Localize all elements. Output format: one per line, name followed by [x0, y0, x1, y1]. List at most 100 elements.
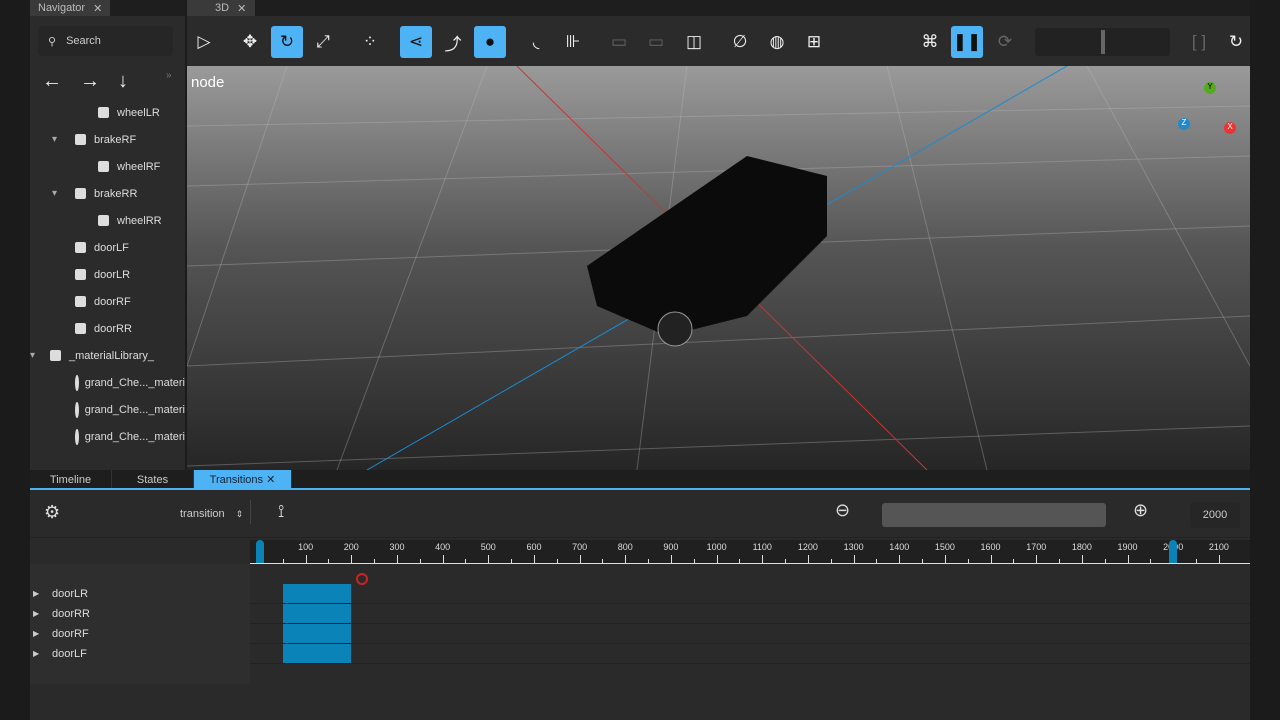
grid-layout-icon[interactable]: ⊞ — [798, 26, 830, 58]
axis-x[interactable]: X — [1224, 122, 1236, 134]
axis-z[interactable]: Z — [1178, 118, 1190, 130]
scale-tool-icon[interactable]: ⤢ — [307, 26, 339, 58]
axis-gizmo[interactable]: Y X Z — [1174, 80, 1244, 140]
measure-icon[interactable]: ⊪ — [557, 26, 589, 58]
tree-item[interactable]: ▾ brakeRR — [30, 180, 185, 207]
snap-icon[interactable]: ◟ — [520, 26, 552, 58]
tab-transitions[interactable]: Transitions ✕ — [194, 470, 292, 488]
tree-item[interactable]: wheelLR — [30, 99, 185, 126]
tree-item[interactable]: grand_Che..._materi — [30, 369, 185, 396]
close-icon[interactable]: ✕ — [266, 474, 275, 486]
speed-slider[interactable] — [1035, 28, 1170, 56]
arrow-down-icon[interactable]: ↓ — [118, 70, 128, 93]
transition-toolbar: ⚙ transition ⇕ ⟟ ⊖ ⊕ 2000 — [30, 490, 1250, 538]
close-icon[interactable]: ✕ — [237, 2, 246, 15]
expand-arrow-icon[interactable]: ▾ — [30, 350, 35, 361]
refresh-icon[interactable]: ↻ — [1220, 26, 1252, 58]
tree-item[interactable]: wheelRF — [30, 153, 185, 180]
tree-item[interactable]: doorLF — [30, 234, 185, 261]
rotate-tool-icon[interactable]: ↻ — [271, 26, 303, 58]
select-tool-icon[interactable]: ▷ — [188, 26, 220, 58]
ruler-tick — [1218, 555, 1220, 563]
network-icon[interactable]: ⌘ — [914, 26, 946, 58]
camera-icon[interactable]: ▭ — [640, 26, 672, 58]
tree-item-label: doorLF — [94, 241, 129, 254]
cube-icon — [98, 215, 109, 226]
track-label[interactable]: ▶ doorRF — [30, 624, 250, 644]
move-tool-icon[interactable]: ✥ — [234, 26, 266, 58]
transition-bar[interactable] — [282, 624, 352, 643]
ruler-tick-label: 100 — [298, 542, 314, 552]
ruler-tick — [533, 555, 535, 563]
tree-item[interactable]: grand_Che..._materi — [30, 396, 185, 423]
close-icon[interactable]: ✕ — [93, 2, 102, 15]
cube-icon — [98, 107, 109, 118]
settings-gear-icon[interactable]: ⚙ — [44, 502, 60, 523]
pivot-tool-icon[interactable]: ⋖ — [400, 26, 432, 58]
transition-bar[interactable] — [282, 584, 352, 603]
ruler-tick-label: 1000 — [706, 542, 727, 552]
end-marker[interactable] — [1169, 540, 1178, 564]
expand-icon[interactable]: » — [166, 70, 172, 93]
capture-icon[interactable]: [ ] — [1183, 26, 1215, 58]
zoom-out-icon[interactable]: ⊖ — [835, 500, 850, 521]
expand-arrow-icon[interactable]: ▾ — [52, 134, 57, 145]
tab-states[interactable]: States — [112, 470, 194, 488]
palette-icon[interactable]: ◍ — [761, 26, 793, 58]
light-bulb-icon[interactable]: ● — [474, 26, 506, 58]
axis-tool-icon[interactable]: ⤴ — [437, 26, 469, 58]
tree-item[interactable]: grand_Che..._materi — [30, 423, 185, 450]
expand-arrow-icon[interactable]: ▶ — [33, 644, 39, 664]
tree-item[interactable]: doorLR — [30, 261, 185, 288]
animation-panel: Timeline States Transitions ✕ ⚙ transiti… — [30, 470, 1250, 720]
mode-select[interactable]: transition ⇕ — [180, 508, 243, 520]
axis-y[interactable]: Y — [1204, 82, 1216, 94]
ruler-tick — [305, 555, 307, 563]
scene-grid — [187, 66, 1250, 470]
ruler-tick — [1036, 555, 1038, 563]
arrow-right-icon[interactable]: → — [80, 70, 100, 93]
duration-input[interactable]: 2000 — [1190, 502, 1240, 528]
tree-item[interactable]: ▾ brakeRF — [30, 126, 185, 153]
camera-icon[interactable]: ▭ — [603, 26, 635, 58]
zoom-in-icon[interactable]: ⊕ — [1133, 500, 1148, 521]
3d-scene[interactable]: node Y X Z — [187, 66, 1250, 470]
tree-item[interactable]: doorRR — [30, 315, 185, 342]
ruler-tick — [990, 555, 992, 563]
pause-icon[interactable]: ❚❚ — [951, 26, 983, 58]
ruler-tick — [1081, 555, 1083, 563]
expand-arrow-icon[interactable]: ▶ — [33, 584, 39, 604]
tab-navigator[interactable]: Navigator ✕ — [30, 0, 111, 16]
tree-item[interactable]: doorRF — [30, 288, 185, 315]
tab-timeline[interactable]: Timeline — [30, 470, 112, 488]
track-label[interactable]: ▶ doorLF — [30, 644, 250, 664]
expand-arrow-icon[interactable]: ▶ — [33, 624, 39, 644]
zoom-slider[interactable] — [882, 503, 1106, 527]
time-ruler[interactable]: 0100200300400500600700800900100011001200… — [250, 540, 1250, 564]
track-label[interactable]: ▶ doorRR — [30, 604, 250, 624]
search-input[interactable]: ⚲ Search — [38, 26, 173, 56]
transition-bar[interactable] — [282, 604, 352, 623]
track-name: doorRF — [52, 628, 89, 640]
tab-3d[interactable]: 3D ✕ — [187, 0, 255, 16]
ruler-tick — [853, 555, 855, 563]
center-tool-icon[interactable]: ⁘ — [354, 26, 386, 58]
expand-arrow-icon[interactable]: ▾ — [52, 188, 57, 199]
arrow-left-icon[interactable]: ← — [42, 70, 62, 93]
transition-bar[interactable] — [282, 644, 352, 663]
expand-arrow-icon[interactable]: ▶ — [33, 604, 39, 624]
curve-path-icon[interactable]: ⟟ — [278, 502, 284, 522]
tree-item[interactable]: wheelRR — [30, 207, 185, 234]
ruler-tick-label: 1900 — [1117, 542, 1138, 552]
tree-item-label: wheelRR — [117, 214, 162, 227]
camera-view-icon[interactable]: ◫ — [678, 26, 710, 58]
replay-icon[interactable]: ⟳ — [989, 26, 1021, 58]
tab-label: Navigator — [38, 2, 86, 14]
ruler-tick — [488, 555, 490, 563]
start-marker[interactable] — [256, 540, 264, 564]
track-row: ▶ doorRR — [30, 604, 1250, 624]
cube-icon — [75, 269, 86, 280]
track-label[interactable]: ▶ doorLR — [30, 584, 250, 604]
tree-item[interactable]: ▾ _materialLibrary_ — [30, 342, 185, 369]
hide-icon[interactable]: ∅ — [724, 26, 756, 58]
